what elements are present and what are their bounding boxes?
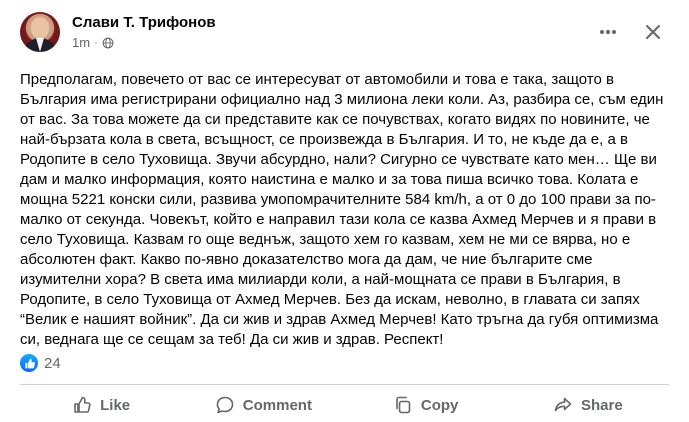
reaction-count: 24 (44, 354, 61, 372)
more-options-button[interactable] (594, 18, 622, 46)
more-horizontal-icon (600, 30, 616, 34)
close-icon (646, 25, 660, 39)
share-label: Share (581, 396, 623, 414)
comment-icon (216, 396, 234, 414)
comment-label: Comment (242, 396, 312, 414)
copy-button[interactable]: Copy (345, 388, 507, 422)
comment-button[interactable]: Comment (182, 388, 344, 422)
thumbs-up-icon (74, 396, 91, 413)
post-header: Слави Т. Трифонов 1m · (20, 12, 669, 60)
globe-icon (102, 37, 114, 48)
meta-separator: · (94, 36, 98, 49)
like-label: Like (100, 396, 131, 414)
close-button[interactable] (637, 16, 669, 48)
facebook-post: Слави Т. Трифонов 1m · Предполагам, пове… (0, 0, 689, 422)
reactions-summary[interactable]: 24 (20, 354, 61, 372)
copy-icon (396, 396, 411, 414)
like-button[interactable]: Like (20, 388, 182, 422)
share-button[interactable]: Share (507, 388, 669, 422)
post-actions: Like Comment Copy Share (20, 388, 669, 422)
post-meta: 1m · (72, 35, 114, 50)
author-name[interactable]: Слави Т. Трифонов (72, 14, 216, 31)
like-reaction-icon (20, 354, 38, 372)
post-time[interactable]: 1m (72, 35, 90, 50)
divider (20, 384, 669, 385)
share-icon (554, 397, 572, 412)
copy-label: Copy (420, 396, 459, 414)
author-avatar[interactable] (20, 12, 60, 52)
post-text: Предполагам, повечето от вас се интересу… (20, 71, 664, 348)
